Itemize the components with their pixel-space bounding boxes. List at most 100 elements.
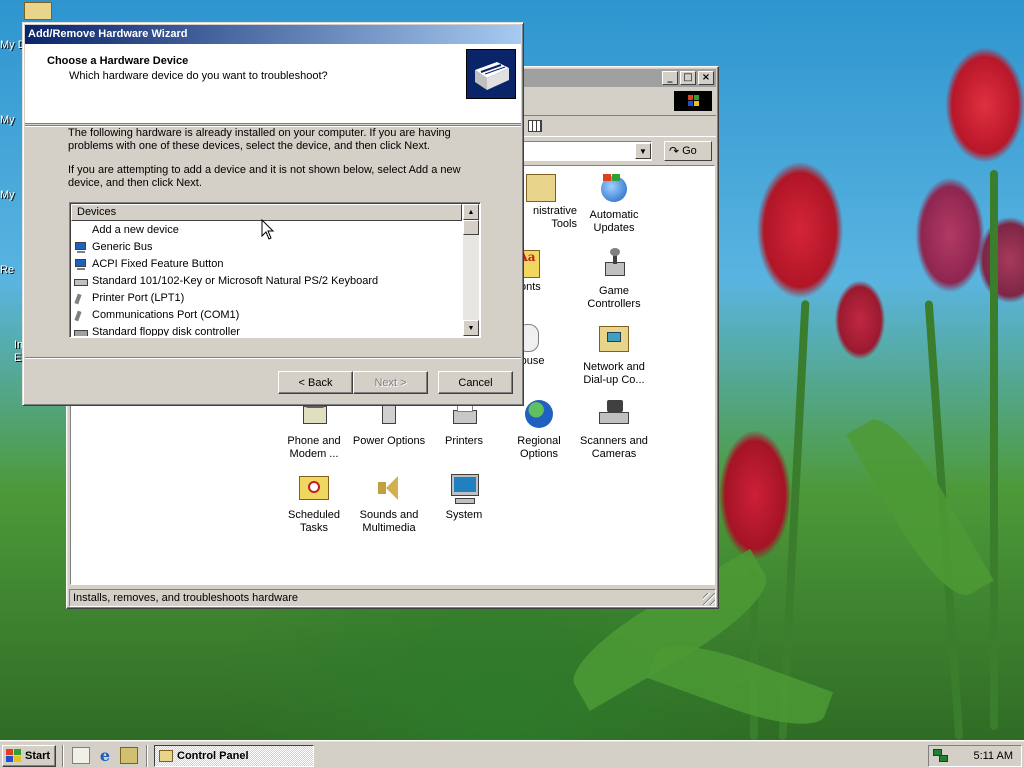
cp-item-network[interactable]: Network and Dial-up Co...	[576, 324, 652, 387]
windows-update-icon	[597, 172, 631, 206]
go-label: Go	[682, 145, 697, 157]
wizard-header-title: Choose a Hardware Device	[47, 55, 189, 67]
monitor-icon	[74, 241, 88, 254]
back-button[interactable]: < Back	[278, 371, 353, 394]
cp-item-label: Power Options	[352, 435, 426, 447]
list-item[interactable]: Printer Port (LPT1)	[71, 290, 462, 307]
cp-item-label: Regional Options	[517, 435, 561, 460]
cp-item-regional-options[interactable]: Regional Options	[501, 398, 577, 461]
cp-item-label: Game Controllers	[587, 285, 641, 310]
scanner-icon	[597, 398, 631, 432]
devices-listbox[interactable]: Devices Add a new device Generic Bus ACP…	[69, 202, 481, 338]
desktop-icon-label[interactable]: My D	[0, 39, 22, 51]
scroll-thumb[interactable]	[463, 220, 479, 235]
chevron-down-icon[interactable]: ▼	[635, 143, 651, 159]
show-desktop-icon[interactable]	[72, 747, 90, 764]
next-button[interactable]: Next >	[353, 371, 428, 394]
go-arrow-icon: ↷	[669, 144, 680, 158]
device-label: Add a new device	[92, 224, 179, 236]
cp-item-game-controllers[interactable]: Game Controllers	[576, 248, 652, 311]
close-button[interactable]: ×	[698, 71, 714, 85]
start-label: Start	[25, 750, 51, 762]
device-label: Generic Bus	[92, 241, 153, 253]
internet-explorer-icon[interactable]: e	[96, 747, 114, 764]
windows-flag-icon	[6, 749, 22, 763]
device-label: Standard 101/102-Key or Microsoft Natura…	[92, 275, 379, 287]
blank-icon	[74, 225, 88, 237]
scroll-down-icon[interactable]: ▼	[463, 320, 479, 336]
keyboard-icon	[74, 276, 88, 288]
hardware-wizard-icon	[466, 49, 516, 99]
folder-icon[interactable]	[24, 2, 52, 20]
network-icon	[597, 324, 631, 358]
device-label: Standard floppy disk controller	[92, 326, 240, 336]
port-icon	[74, 310, 88, 322]
cp-item-scheduled-tasks[interactable]: Scheduled Tasks	[276, 472, 352, 535]
start-button[interactable]: Start	[2, 745, 56, 767]
go-button[interactable]: ↷ Go	[664, 141, 712, 161]
wizard-header: Choose a Hardware Device Which hardware …	[25, 44, 521, 124]
taskbar-divider	[146, 745, 148, 767]
cp-item-label: System	[445, 509, 483, 521]
cp-item-label: Network and Dial-up Co...	[583, 361, 645, 386]
tulip-stem	[990, 170, 998, 730]
system-tray: 5:11 AM	[928, 745, 1022, 767]
device-label: Printer Port (LPT1)	[92, 292, 185, 304]
task-label: Control Panel	[177, 750, 249, 762]
list-item[interactable]: Generic Bus	[71, 239, 462, 256]
windows-logo-icon	[674, 91, 712, 111]
cp-item-label: Printers	[445, 435, 483, 447]
scheduled-tasks-icon	[297, 472, 331, 506]
status-bar: Installs, removes, and troubleshoots har…	[69, 589, 716, 607]
maximize-button[interactable]: □	[680, 71, 696, 85]
cp-item-scanners-cameras[interactable]: Scanners and Cameras	[576, 398, 652, 461]
separator	[25, 357, 521, 359]
list-item[interactable]: Standard 101/102-Key or Microsoft Natura…	[71, 273, 462, 290]
globe-icon	[522, 398, 556, 432]
device-label: ACPI Fixed Feature Button	[92, 258, 224, 270]
network-tray-icon[interactable]	[933, 749, 949, 763]
taskbar-divider	[62, 745, 64, 767]
cp-item-automatic-updates[interactable]: Automatic Updates	[576, 172, 652, 235]
cp-item-label: Scanners and Cameras	[580, 435, 648, 460]
list-item[interactable]: ACPI Fixed Feature Button	[71, 256, 462, 273]
wizard-instructions-add: If you are attempting to add a device an…	[68, 164, 461, 189]
cancel-button[interactable]: Cancel	[438, 371, 513, 394]
cp-item-phone-modem[interactable]: Phone and Modem ...	[276, 398, 352, 461]
desktop-icon-label[interactable]: Re	[0, 264, 22, 276]
control-panel-icon	[159, 750, 173, 762]
list-item[interactable]: Standard floppy disk controller	[71, 324, 462, 336]
views-icon[interactable]	[528, 120, 542, 132]
tulip-leaf	[646, 630, 834, 740]
port-icon	[74, 293, 88, 305]
resize-grip-icon[interactable]	[703, 593, 715, 605]
wizard-title[interactable]: Add/Remove Hardware Wizard	[25, 25, 521, 44]
desktop-icon-label[interactable]: My	[0, 114, 22, 126]
joystick-icon	[597, 248, 631, 282]
list-item[interactable]: Communications Port (COM1)	[71, 307, 462, 324]
cp-item-sounds-multimedia[interactable]: Sounds and Multimedia	[351, 472, 427, 535]
outlook-express-icon[interactable]	[120, 747, 138, 764]
scroll-up-icon[interactable]: ▲	[463, 204, 479, 220]
cp-item-label: Sounds and Multimedia	[359, 509, 419, 534]
desktop-icon-label[interactable]: My	[0, 189, 22, 201]
computer-icon	[447, 472, 481, 506]
monitor-icon	[74, 258, 88, 271]
cp-item-label: Scheduled Tasks	[288, 509, 340, 534]
wizard-instructions: The following hardware is already instal…	[68, 127, 451, 152]
minimize-button[interactable]: _	[662, 71, 678, 85]
mouse-cursor-icon	[261, 219, 275, 240]
clock[interactable]: 5:11 AM	[973, 750, 1013, 762]
cp-item-label: Phone and Modem ...	[287, 435, 341, 460]
admin-tools-icon	[526, 174, 556, 202]
cp-item-label: Automatic Updates	[589, 209, 639, 234]
add-remove-hardware-wizard[interactable]: Add/Remove Hardware Wizard Choose a Hard…	[22, 22, 524, 406]
speaker-icon	[372, 472, 406, 506]
taskbar-button-control-panel[interactable]: Control Panel	[154, 745, 314, 767]
tulip-leaf	[846, 407, 994, 608]
device-label: Communications Port (COM1)	[92, 309, 240, 321]
taskbar: Start e Control Panel 5:11 AM	[0, 740, 1024, 768]
floppy-icon	[74, 327, 88, 336]
cp-item-system[interactable]: System	[426, 472, 502, 522]
vertical-scrollbar[interactable]: ▲ ▼	[463, 204, 479, 336]
